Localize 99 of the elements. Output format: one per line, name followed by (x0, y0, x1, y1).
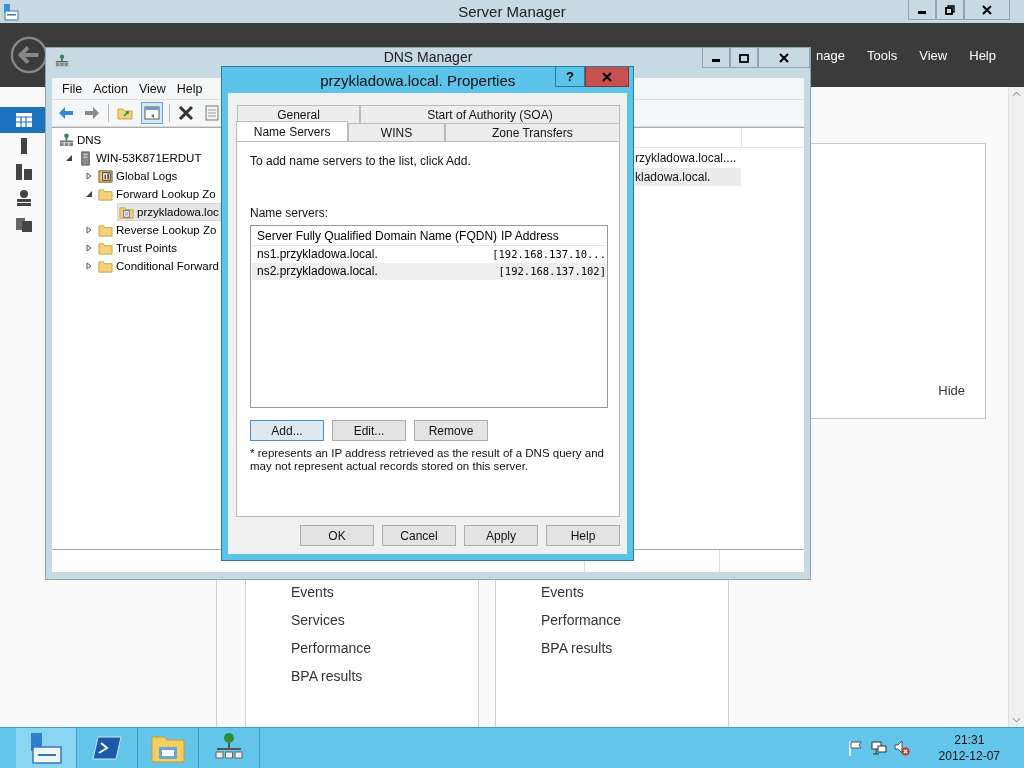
tab[interactable]: WINS (348, 123, 445, 141)
dialog-button[interactable]: Apply (464, 525, 538, 546)
list-button[interactable]: Add... (250, 420, 324, 441)
fqdn-cell-text: ns2.przykladowa.local. (256, 263, 379, 280)
menu-item[interactable]: Tools (866, 47, 898, 63)
window-title: Server Manager (458, 3, 566, 20)
dialog-button[interactable]: Help (546, 525, 620, 546)
list-button[interactable]: Remove (414, 420, 488, 441)
close-button[interactable] (758, 48, 810, 68)
maximize-icon (739, 52, 749, 63)
close-icon (982, 4, 992, 15)
menu-item[interactable]: File (62, 81, 83, 96)
tab[interactable]: Start of Authority (SOA) (359, 105, 620, 123)
console-tree-icon[interactable] (141, 102, 163, 124)
list-button[interactable]: Edit... (332, 420, 406, 441)
tree-item[interactable]: Forward Lookup Zo (97, 185, 217, 203)
menu-item[interactable]: Action (93, 81, 128, 96)
server-icon (78, 150, 93, 166)
list-row[interactable]: rzykladowa.local.... (631, 149, 741, 167)
dialog-title: przykladowa.local. Properties (320, 72, 516, 89)
menu-item[interactable]: nage (816, 47, 845, 63)
servers-icon (16, 164, 32, 180)
minimize-icon (918, 11, 926, 14)
close-button[interactable] (964, 0, 1010, 20)
log-book-icon (98, 168, 113, 184)
clock-date: 2012-12-07 (938, 748, 1000, 764)
window-title: DNS Manager (383, 49, 473, 65)
grid-icon (16, 112, 32, 128)
zone-file-icon (119, 204, 134, 220)
footnote-text: * represents an IP address retrieved as the result of a DNS query and may not represent actual records stored on this server. (250, 447, 605, 473)
taskbar-button[interactable] (16, 728, 77, 768)
network-icon (16, 190, 32, 206)
flag-icon[interactable] (847, 740, 864, 756)
tree-item[interactable]: WIN-53K871ERDUT (77, 149, 203, 167)
close-icon (779, 52, 789, 63)
collapsed-arrow-icon[interactable] (85, 244, 93, 252)
restore-icon (945, 4, 955, 15)
minimize-button[interactable] (702, 48, 730, 68)
tile-link[interactable]: BPA results (291, 668, 478, 685)
menu-item[interactable]: Help (176, 81, 203, 96)
fqdn-cell-text: ns1.przykladowa.local. (256, 246, 379, 263)
folder-icon (98, 222, 113, 238)
help-button[interactable]: ? (555, 67, 585, 87)
tile-link[interactable]: Performance (291, 640, 478, 657)
tree-item[interactable]: Conditional Forward (97, 257, 220, 275)
tree-item[interactable]: Global Logs (97, 167, 179, 185)
maximize-button[interactable] (730, 48, 758, 68)
network-icon (59, 132, 74, 148)
dialog-button[interactable]: OK (300, 525, 374, 546)
column-header[interactable]: Server Fully Qualified Domain Name (FQDN) (252, 227, 496, 245)
list-label: Name servers: (250, 206, 330, 220)
tile-link[interactable]: Performance (541, 612, 728, 629)
clock-time: 21:31 (954, 732, 985, 748)
minimize-button[interactable] (908, 0, 936, 20)
terminal-icon (92, 735, 122, 761)
hide-link[interactable]: Hide (938, 383, 965, 398)
restore-button[interactable] (936, 0, 964, 20)
server-manager-icon (29, 732, 63, 764)
list-row[interactable]: ns2.przykladowa.local. [192.168.137.102] (252, 263, 606, 280)
tile-link[interactable]: Services (291, 612, 478, 629)
network-icon[interactable] (870, 740, 887, 756)
network-icon (55, 54, 69, 68)
tab[interactable]: General (237, 105, 360, 123)
menu-item[interactable]: View (919, 47, 948, 63)
collapsed-arrow-icon[interactable] (85, 172, 93, 180)
folder-icon (98, 186, 113, 202)
tree-item[interactable]: Reverse Lookup Zo (97, 221, 218, 239)
tree-item[interactable]: DNS (58, 131, 103, 149)
tree-item[interactable]: Trust Points (97, 239, 178, 257)
dialog-button[interactable]: Cancel (382, 525, 456, 546)
server-manager-icon (3, 2, 19, 21)
muted-speaker-icon[interactable] (893, 740, 910, 756)
tile-link[interactable]: BPA results (541, 640, 728, 657)
ip-cell-text: [192.168.137.10... (491, 247, 606, 262)
menu-item[interactable]: View (138, 81, 166, 96)
expanded-arrow-icon[interactable] (65, 154, 73, 162)
collapsed-arrow-icon[interactable] (85, 226, 93, 234)
column-header[interactable]: IP Address (496, 227, 606, 245)
list-row[interactable]: kladowa.local. (631, 168, 741, 186)
folder-icon (151, 733, 185, 763)
ip-cell-text: [192.168.137.102] (497, 264, 606, 279)
instruction-text: To add name servers to the list, click Add. (250, 154, 472, 168)
folders-icon (16, 216, 32, 232)
folder-icon (98, 258, 113, 274)
close-icon (602, 71, 612, 82)
minimize-icon (712, 59, 720, 62)
tree-item[interactable]: przykladowa.loc (117, 203, 221, 221)
tile-link[interactable]: Events (541, 584, 728, 601)
delete-icon[interactable] (176, 103, 196, 123)
nav-item[interactable] (0, 107, 45, 133)
expanded-arrow-icon[interactable] (85, 190, 93, 198)
tile-link[interactable]: Events (291, 584, 478, 601)
properties-icon[interactable] (202, 103, 222, 123)
tab[interactable]: Name Servers (236, 121, 349, 141)
tab[interactable]: Zone Transfers (444, 123, 620, 141)
folder-icon (98, 240, 113, 256)
list-row[interactable]: ns1.przykladowa.local. [192.168.137.10... (252, 246, 606, 263)
collapsed-arrow-icon[interactable] (85, 262, 93, 270)
menu-item[interactable]: Help (969, 47, 996, 63)
